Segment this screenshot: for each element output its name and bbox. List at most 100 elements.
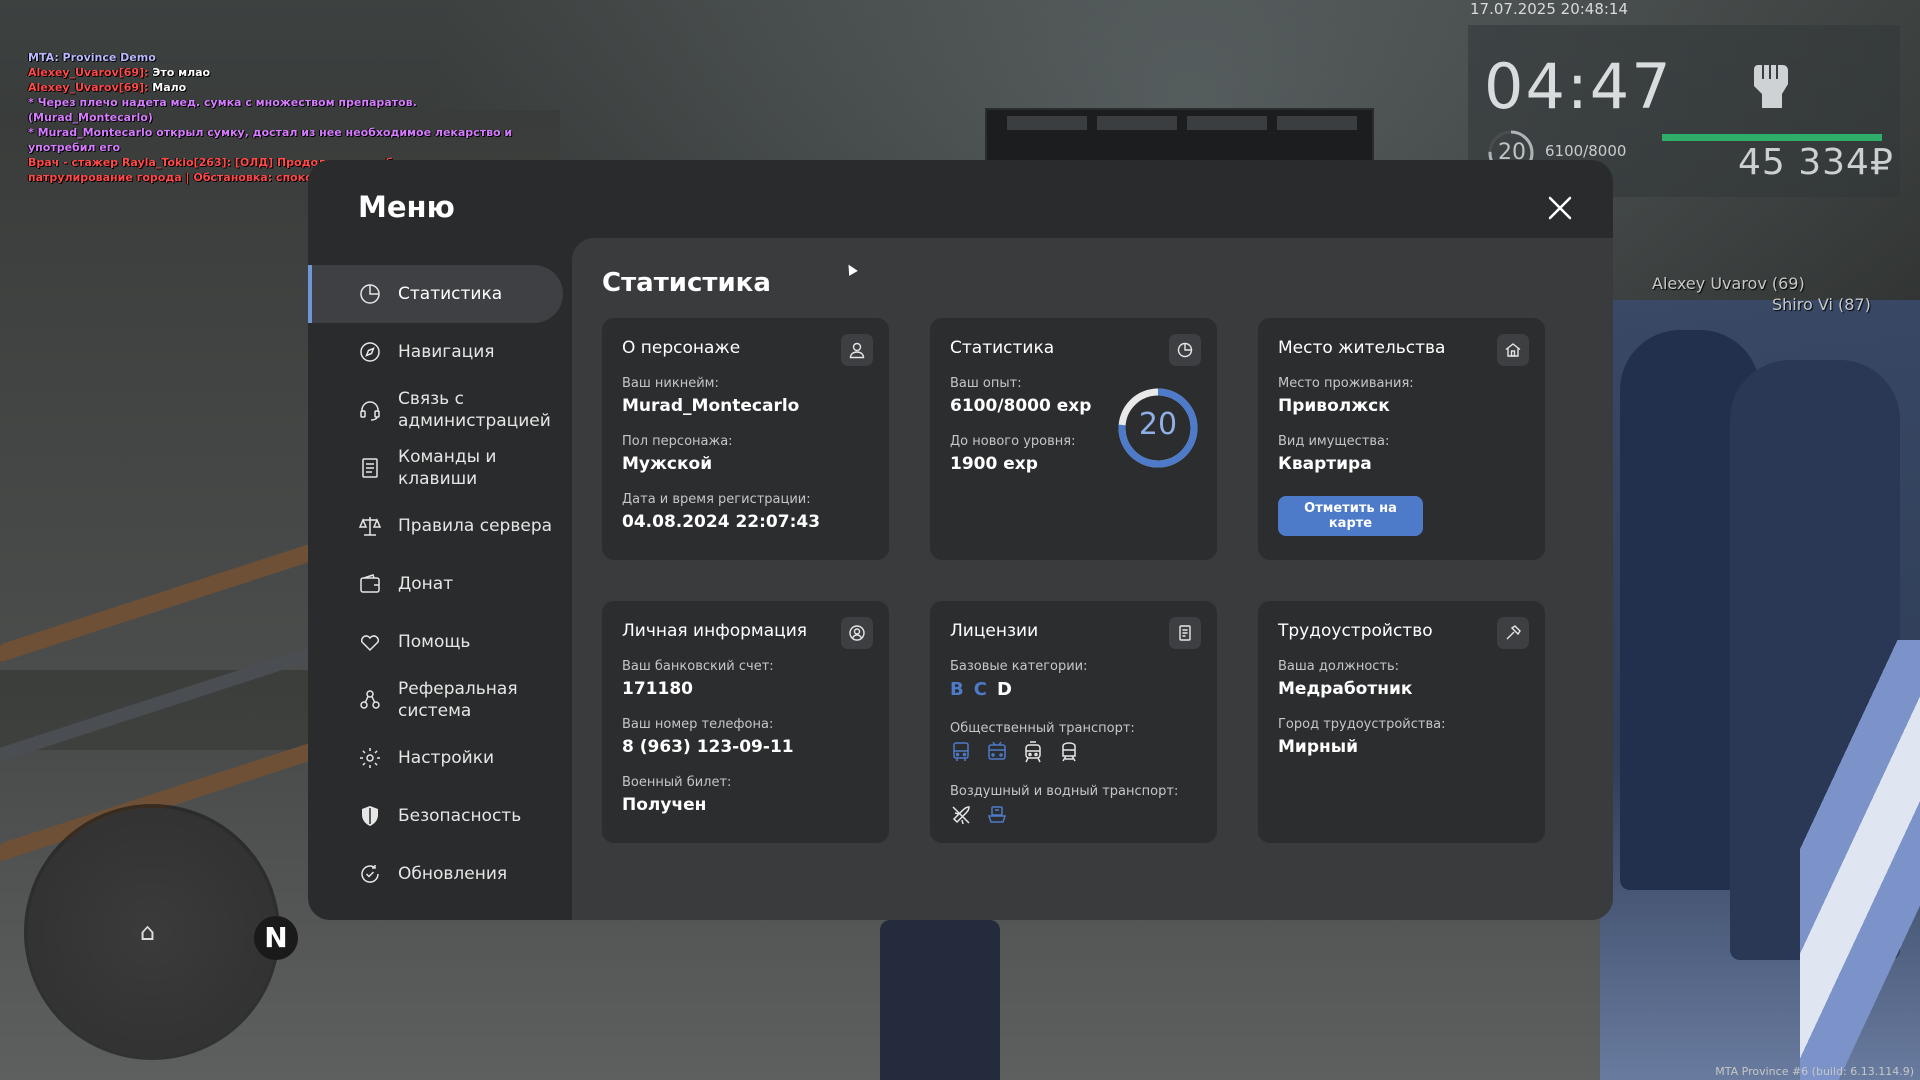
card-title: О персонаже xyxy=(622,338,741,358)
hud-datetime: 17.07.2025 20:48:14 xyxy=(1470,0,1629,18)
license-category: D xyxy=(996,679,1012,700)
field-label: Город трудоустройства: xyxy=(1278,717,1446,732)
next-level-value: 1900 exp xyxy=(950,454,1038,474)
field-label: Общественный транспорт: xyxy=(950,721,1135,736)
house-icon: ⌂ xyxy=(140,918,156,946)
sidebar-item-label: Навигация xyxy=(398,342,495,362)
sidebar-item-label: Обновления xyxy=(398,864,508,884)
trolleybus-icon xyxy=(988,741,1006,760)
military-id-value: Получен xyxy=(622,795,707,815)
sidebar-item-label: Правила сервера xyxy=(398,516,553,536)
chat-line: Alexey_Uvarov[69]: Мало xyxy=(28,81,187,94)
heart-hands-icon xyxy=(360,635,380,652)
pie-chart-icon xyxy=(1177,342,1193,358)
sidebar-item-updates[interactable]: Обновления xyxy=(308,845,563,903)
user-icon xyxy=(849,342,865,359)
residence-place-value: Приволжск xyxy=(1278,396,1390,416)
sidebar-item-label: Донат xyxy=(398,574,454,594)
sidebar-item-label: Связь с администрацией xyxy=(398,389,551,431)
hud-money: 45 334₽ xyxy=(1738,142,1894,183)
level-number: 20 xyxy=(1138,407,1178,442)
card-icon-box xyxy=(1169,617,1201,649)
scales-icon xyxy=(358,517,382,536)
field-label: Дата и время регистрации: xyxy=(622,492,811,507)
fist-icon xyxy=(1753,65,1788,108)
sidebar-item-label: Реферальная система xyxy=(398,679,518,721)
job-city-value: Мирный xyxy=(1278,737,1359,757)
card-character: О персонаже Ваш никнейм: Murad_Montecarl… xyxy=(602,318,889,560)
field-label: Пол персонажа: xyxy=(622,434,733,449)
card-icon-box xyxy=(1497,334,1529,366)
gear-icon xyxy=(360,748,380,768)
refresh-check-icon xyxy=(361,865,379,883)
chat-line: MTA: Province Demo xyxy=(28,51,156,64)
field-label: До нового уровня: xyxy=(950,434,1076,449)
player-nametag: Shiro Vi (87) xyxy=(1772,295,1871,314)
field-label: Базовые категории: xyxy=(950,659,1088,674)
air-water-licenses xyxy=(950,804,1008,826)
build-info: MTA Province #6 (build: 6.13.114.9) xyxy=(1715,1065,1914,1078)
close-icon[interactable] xyxy=(1544,192,1576,224)
license-category: C xyxy=(973,679,987,700)
card-icon-box xyxy=(841,334,873,366)
base-categories: B C D xyxy=(950,679,1012,700)
menu-title: Меню xyxy=(358,190,455,224)
menu-sidebar: Статистика Навигация Связь с администрац… xyxy=(308,265,563,903)
player-nametag: Alexey Uvarov (69) xyxy=(1652,274,1805,293)
field-label: Ваш номер телефона: xyxy=(622,717,774,732)
sidebar-item-admin-contact[interactable]: Связь с администрацией xyxy=(308,381,563,439)
sidebar-item-label: Статистика xyxy=(398,284,503,304)
pie-chart-icon xyxy=(360,284,380,304)
field-label: Ваш опыт: xyxy=(950,376,1022,391)
statistics-panel: Статистика О персонаже Ваш никнейм: Mura… xyxy=(572,238,1613,920)
card-icon-box xyxy=(1169,334,1201,366)
north-indicator: N xyxy=(254,916,298,960)
chat-line: * Murad_Montecarlo открыл сумку, достал … xyxy=(28,126,513,154)
exp-value: 6100/8000 exp xyxy=(950,396,1092,416)
card-employment: Трудоустройство Ваша должность: Медработ… xyxy=(1258,601,1545,843)
boat-icon xyxy=(987,806,1007,823)
document-icon xyxy=(362,458,378,478)
compass-icon xyxy=(360,342,380,362)
license-card-icon xyxy=(1179,625,1191,641)
card-residence: Место жительства Место проживания: Приво… xyxy=(1258,318,1545,560)
sidebar-item-donate[interactable]: Донат xyxy=(308,555,563,613)
sidebar-item-help[interactable]: Помощь xyxy=(308,613,563,671)
sidebar-item-label: Настройки xyxy=(398,748,495,768)
card-statistics: Статистика Ваш опыт: 6100/8000 exp До но… xyxy=(930,318,1217,560)
sidebar-item-referral[interactable]: Реферальная система xyxy=(308,671,563,729)
plane-icon xyxy=(952,806,970,825)
job-position-value: Медработник xyxy=(1278,679,1413,699)
mark-on-map-button[interactable]: Отметить на карте xyxy=(1278,496,1423,536)
nickname-value: Murad_Montecarlo xyxy=(622,396,800,416)
field-label: Вид имущества: xyxy=(1278,434,1390,449)
hud-health-bar xyxy=(1662,134,1882,141)
sidebar-item-commands[interactable]: Команды и клавиши xyxy=(308,439,563,497)
field-label: Военный билет: xyxy=(622,775,732,790)
headset-icon xyxy=(360,401,380,421)
field-label: Ваш никнейм: xyxy=(622,376,719,391)
card-licenses: Лицензии Базовые категории: B C D Общест… xyxy=(930,601,1217,843)
field-label: Ваш банковский счет: xyxy=(622,659,774,674)
phone-value: 8 (963) 123-09-11 xyxy=(622,737,794,757)
wallet-icon xyxy=(360,574,380,593)
sidebar-item-settings[interactable]: Настройки xyxy=(308,729,563,787)
sidebar-item-rules[interactable]: Правила сервера xyxy=(308,497,563,555)
license-category: B xyxy=(950,679,964,700)
user-circle-icon xyxy=(849,625,865,641)
bank-account-value: 171180 xyxy=(622,679,693,699)
hud-exp: 6100/8000 xyxy=(1545,142,1627,160)
property-type-value: Квартира xyxy=(1278,454,1372,474)
field-label: Место проживания: xyxy=(1278,376,1414,391)
card-title: Трудоустройство xyxy=(1278,621,1433,641)
sidebar-item-security[interactable]: Безопасность xyxy=(308,787,563,845)
sidebar-item-label: Команды и клавиши xyxy=(398,447,497,489)
field-label: Ваша должность: xyxy=(1278,659,1400,674)
registration-value: 04.08.2024 22:07:43 xyxy=(622,512,821,532)
bus-icon xyxy=(953,742,969,761)
sidebar-item-navigation[interactable]: Навигация xyxy=(308,323,563,381)
sidebar-item-statistics[interactable]: Статистика xyxy=(308,265,563,323)
card-personal-info: Личная информация Ваш банковский счет: 1… xyxy=(602,601,889,843)
card-icon-box xyxy=(1497,617,1529,649)
hammer-icon xyxy=(1506,625,1521,640)
